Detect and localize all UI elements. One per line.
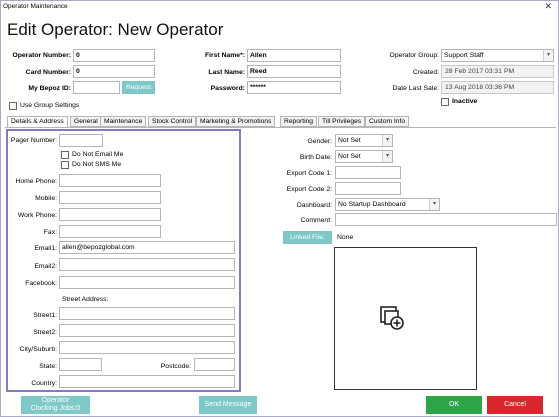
email2-label: Email2: <box>34 263 57 270</box>
linked-file-button[interactable]: Linked File: <box>283 231 332 244</box>
card-number-label: Card Number: <box>25 69 71 76</box>
operator-number-input[interactable]: 0 <box>73 49 155 62</box>
last-name-input[interactable]: Reed <box>247 65 341 78</box>
birth-date-value: Not Set <box>338 153 361 160</box>
inactive-checkbox[interactable] <box>441 98 449 106</box>
operator-group-label: Operator Group: <box>389 52 440 59</box>
gender-select[interactable]: Not Set ▾ <box>335 134 393 147</box>
last-name-label: Last Name: <box>208 69 245 76</box>
city-suburb-label: City/Suburb: <box>19 346 57 353</box>
operator-group-select[interactable]: Support Staff ▾ <box>441 49 554 62</box>
cancel-button[interactable]: Cancel <box>487 396 543 414</box>
mobile-input[interactable] <box>59 191 161 204</box>
title-bar: Operator Maintenance ✕ <box>1 1 558 13</box>
created-value: 28 Feb 2017 03:31 PM <box>441 65 554 78</box>
dashboard-label: Dashboard: <box>296 202 332 209</box>
email1-label: Email1: <box>34 245 57 252</box>
close-icon[interactable]: ✕ <box>544 1 552 12</box>
date-last-sale-label: Date Last Sale: <box>392 85 439 92</box>
date-last-sale-value: 13 Aug 2018 03:36 PM <box>441 81 554 94</box>
clocking-label-line2: Clocking Jobs:0 <box>30 405 81 412</box>
dashboard-value: No Startup Dashboard <box>338 201 406 208</box>
country-input[interactable] <box>59 375 235 388</box>
street1-input[interactable] <box>59 307 235 320</box>
fax-input[interactable] <box>59 225 161 238</box>
chevron-down-icon: ▾ <box>429 199 439 210</box>
do-not-sms-checkbox[interactable] <box>61 161 69 169</box>
operator-group-value: Support Staff <box>444 52 484 59</box>
dashboard-select[interactable]: No Startup Dashboard ▾ <box>335 198 440 211</box>
state-label: State: <box>39 363 57 370</box>
tab-general[interactable]: General <box>70 116 102 127</box>
page-title: Edit Operator: New Operator <box>7 20 224 39</box>
gender-label: Gender: <box>307 138 332 145</box>
tab-stock-control[interactable]: Stock Control <box>148 116 197 127</box>
pager-number-label: Pager Number: <box>10 137 57 144</box>
first-name-input[interactable]: Allen <box>247 49 341 62</box>
chevron-down-icon: ▾ <box>382 135 392 146</box>
birth-date-label: Birth Date: <box>299 154 332 161</box>
first-name-label: First Name*: <box>204 52 245 59</box>
clocking-label-line1: Operator <box>41 397 70 404</box>
home-phone-label: Home Phone: <box>15 178 57 185</box>
state-input[interactable] <box>59 358 102 371</box>
tab-marketing-promotions[interactable]: Marketing & Promotions <box>196 116 276 127</box>
street1-label: Street1: <box>33 312 57 319</box>
postcode-label: Postcode: <box>160 363 191 370</box>
window-title: Operator Maintenance <box>3 3 68 10</box>
card-number-input[interactable]: 0 <box>73 65 155 78</box>
postcode-input[interactable] <box>194 358 235 371</box>
mybepoz-id-input[interactable] <box>73 81 120 94</box>
chevron-down-icon: ▾ <box>382 151 392 162</box>
facebook-label: Facebook: <box>25 280 57 287</box>
created-label: Created: <box>412 69 439 76</box>
birth-date-select[interactable]: Not Set ▾ <box>335 150 393 163</box>
gender-value: Not Set <box>338 137 361 144</box>
tab-till-privileges[interactable]: Till Privileges <box>318 116 366 127</box>
export-code-1-input[interactable] <box>335 166 401 179</box>
operator-maintenance-window: Operator Maintenance ✕ Edit Operator: Ne… <box>0 0 559 417</box>
facebook-input[interactable] <box>59 276 235 289</box>
add-image-icon <box>380 306 404 330</box>
send-message-button[interactable]: Send Message <box>199 396 257 414</box>
mybepoz-id-label: My Bepoz ID: <box>28 85 71 92</box>
tab-custom-info[interactable]: Custom Info <box>365 116 410 127</box>
use-group-settings-label: Use Group Settings <box>20 102 80 109</box>
do-not-email-checkbox[interactable] <box>61 151 69 159</box>
inactive-label: Inactive <box>452 98 478 105</box>
home-phone-input[interactable] <box>59 174 161 187</box>
operator-clocking-jobs-button[interactable]: Operator Clocking Jobs:0 <box>21 396 90 414</box>
request-button[interactable]: Request <box>122 81 155 94</box>
work-phone-label: Work Phone: <box>17 212 57 219</box>
linked-file-value: None <box>337 234 354 241</box>
country-label: Country: <box>31 380 57 387</box>
street-address-label: Street Address: <box>62 296 109 303</box>
comment-label: Comment: <box>300 217 332 224</box>
do-not-email-label: Do Not Email Me <box>72 151 124 158</box>
export-code-1-label: Export Code 1: <box>286 170 332 177</box>
mobile-label: Mobile: <box>35 195 57 202</box>
export-code-2-label: Export Code 2: <box>286 186 332 193</box>
do-not-sms-label: Do Not SMS Me <box>72 161 122 168</box>
tab-maintenance[interactable]: Maintenance <box>100 116 147 127</box>
image-placeholder[interactable] <box>334 247 477 390</box>
chevron-down-icon: ▾ <box>543 50 553 61</box>
city-suburb-input[interactable] <box>59 341 235 354</box>
password-input[interactable]: ****** <box>247 81 341 94</box>
ok-button[interactable]: OK <box>426 396 482 414</box>
tab-reporting[interactable]: Reporting <box>280 116 317 127</box>
work-phone-input[interactable] <box>59 208 161 221</box>
email2-input[interactable] <box>59 258 235 271</box>
export-code-2-input[interactable] <box>335 182 401 195</box>
comment-input[interactable] <box>335 213 557 226</box>
fax-label: Fax: <box>43 229 57 236</box>
operator-number-label: Operator Number: <box>12 52 71 59</box>
street2-input[interactable] <box>59 324 235 337</box>
use-group-settings-checkbox[interactable] <box>9 102 17 110</box>
email1-input[interactable]: allen@bepozglobal.com <box>59 241 235 254</box>
password-label: Password: <box>210 85 245 92</box>
pager-number-input[interactable] <box>59 134 103 147</box>
street2-label: Street2: <box>33 329 57 336</box>
